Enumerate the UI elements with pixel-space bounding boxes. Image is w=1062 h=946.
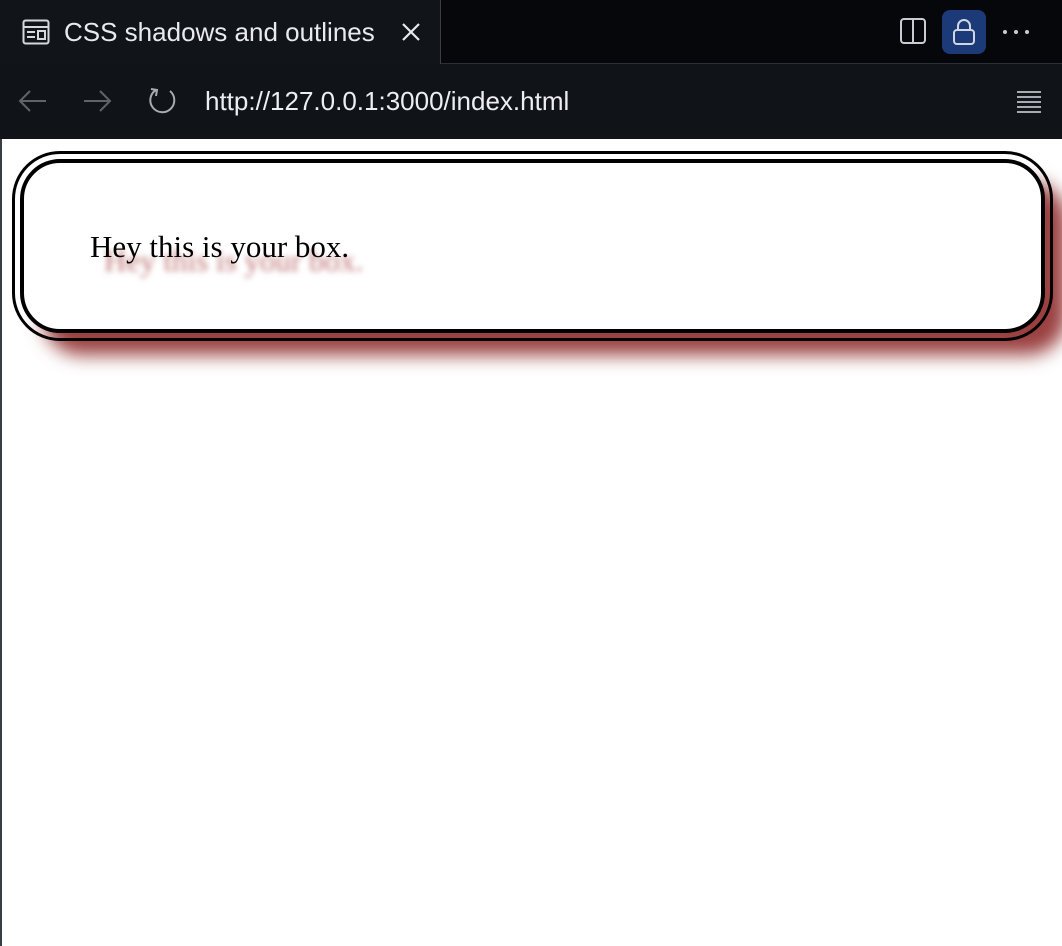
tab-title: CSS shadows and outlines	[64, 17, 375, 47]
more-horizontal-icon[interactable]	[1000, 18, 1032, 46]
url-field[interactable]: http://127.0.0.1:3000/index.html	[205, 84, 569, 118]
split-view-icon[interactable]	[899, 17, 927, 45]
reload-icon[interactable]	[146, 84, 180, 118]
shadow-outline-box: Hey this is your box.	[12, 151, 1053, 341]
lock-button[interactable]	[942, 10, 986, 54]
tab-active[interactable]: CSS shadows and outlines	[0, 0, 441, 65]
box-text: Hey this is your box.	[90, 229, 350, 264]
arrow-right-icon[interactable]	[80, 84, 114, 118]
lock-icon	[953, 19, 975, 45]
page-viewport: Hey this is your box.	[0, 139, 1062, 946]
address-bar: http://127.0.0.1:3000/index.html	[0, 64, 1062, 139]
close-icon[interactable]	[397, 18, 425, 46]
page-layout-icon	[22, 19, 50, 45]
tab-bar: CSS shadows and outlines	[0, 0, 1062, 65]
arrow-left-icon[interactable]	[16, 84, 50, 118]
reader-mode-icon[interactable]	[1013, 86, 1045, 118]
browser-window: CSS shadows and outlines http://127.0.0.…	[0, 0, 1062, 946]
